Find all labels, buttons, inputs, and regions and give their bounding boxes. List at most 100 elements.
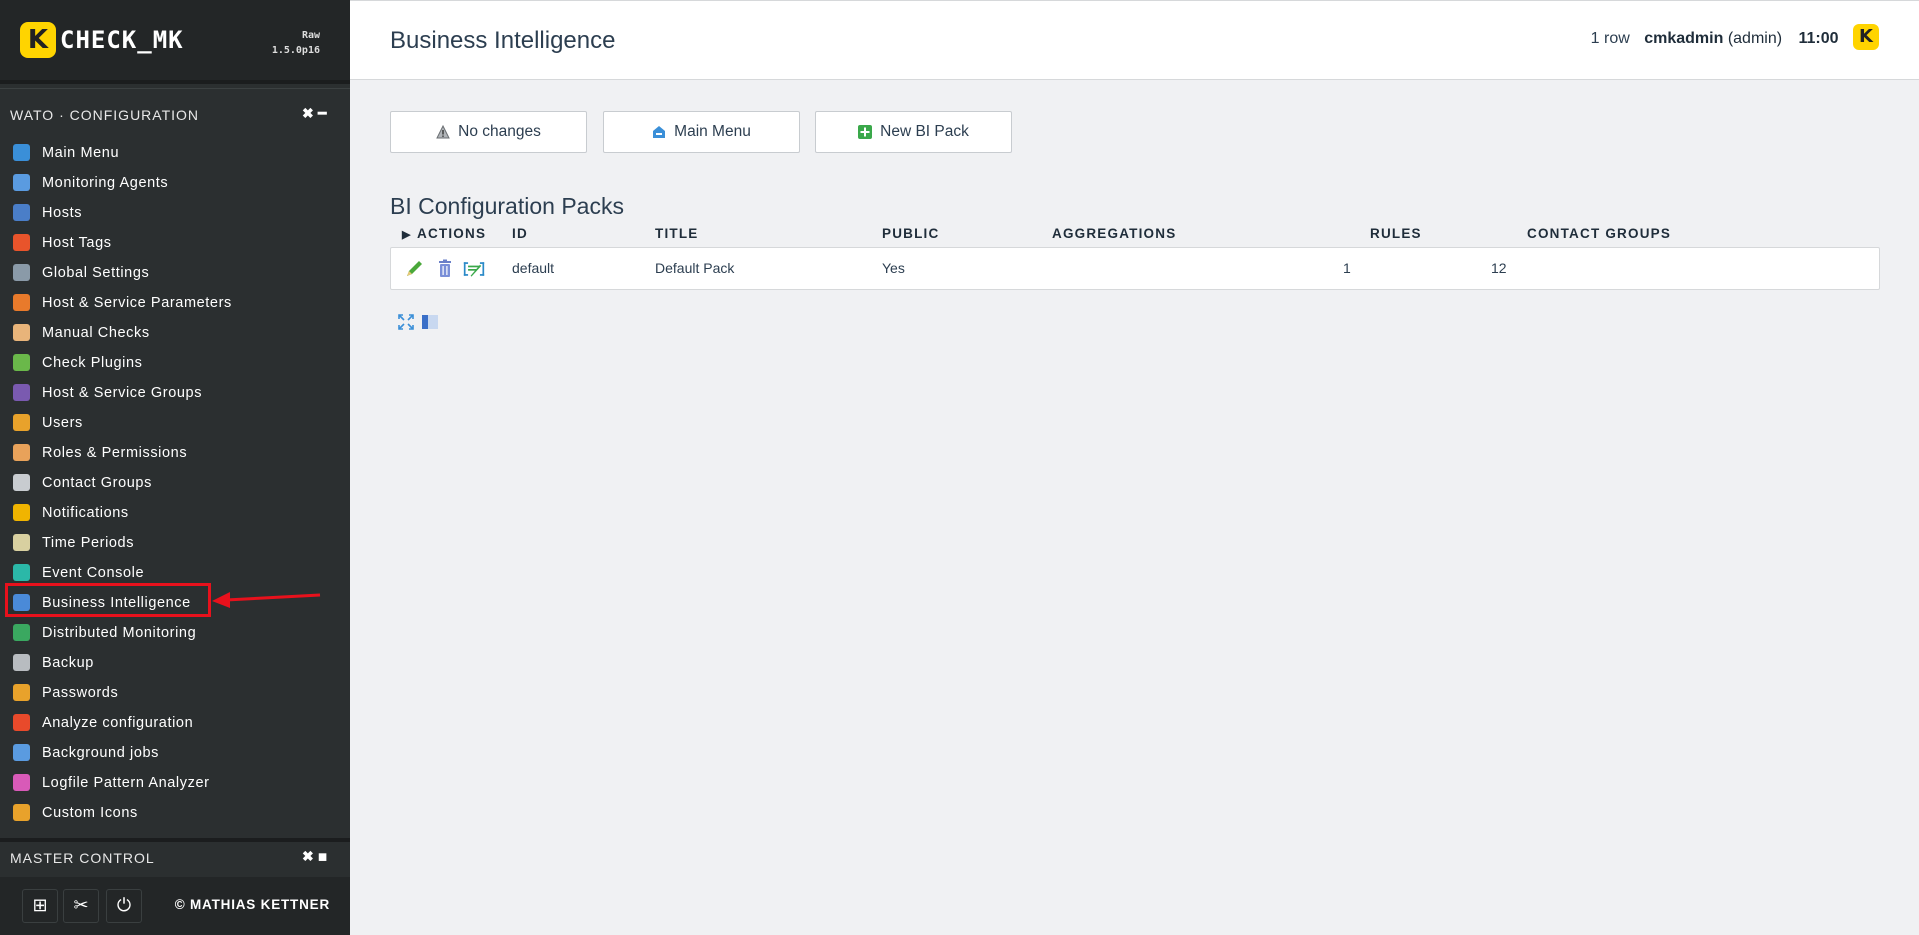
- sidebar-item-hosts[interactable]: Hosts: [0, 198, 350, 228]
- sidebar-item-monitoring-agents[interactable]: Monitoring Agents: [0, 168, 350, 198]
- wato-menu: Main Menu Monitoring Agents Hosts Host Tags…: [0, 138, 350, 828]
- page-title: Business Intelligence: [390, 27, 616, 54]
- tag-icon: [13, 234, 30, 251]
- sidebar-item-logfile-pattern-analyzer[interactable]: Logfile Pattern Analyzer: [0, 768, 350, 798]
- maximize-master-control-icon[interactable]: ◼: [318, 850, 327, 863]
- sidebar-item-label: Backup: [42, 655, 94, 671]
- custom-icons-icon: [13, 804, 30, 821]
- top-bar: Business Intelligence 1 row cmkadmin (ad…: [350, 0, 1919, 80]
- wato-snapin-title[interactable]: WATO · CONFIGURATION: [10, 107, 199, 123]
- master-control-title[interactable]: MASTER CONTROL: [10, 850, 155, 866]
- sidebar-item-label: Check Plugins: [42, 355, 143, 371]
- sidebar-item-contact-groups[interactable]: Contact Groups: [0, 468, 350, 498]
- column-header[interactable]: CONTACT GROUPS: [1527, 226, 1671, 241]
- sidebar-item-manual-checks[interactable]: Manual Checks: [0, 318, 350, 348]
- sidebar-item-host-tags[interactable]: Host Tags: [0, 228, 350, 258]
- no-changes-button[interactable]: No changes: [390, 111, 587, 153]
- sidebar-item-custom-icons[interactable]: Custom Icons: [0, 798, 350, 828]
- copyright: © MATHIAS KETTNER: [174, 897, 330, 912]
- add-icon: [858, 125, 873, 139]
- sidebar-item-notifications[interactable]: Notifications: [0, 498, 350, 528]
- close-master-control-icon[interactable]: ✖: [302, 848, 314, 865]
- sidebar-item-main-menu[interactable]: Main Menu: [0, 138, 350, 168]
- column-header[interactable]: AGGREGATIONS: [1052, 226, 1176, 241]
- sidebar-item-background-jobs[interactable]: Background jobs: [0, 738, 350, 768]
- checkmk-logo[interactable]: K CHECK_MK: [20, 22, 184, 58]
- fullscreen-icon[interactable]: [397, 313, 415, 331]
- sidebar-item-users[interactable]: Users: [0, 408, 350, 438]
- event-console-icon: [13, 564, 30, 581]
- sidebar-item-time-periods[interactable]: Time Periods: [0, 528, 350, 558]
- toggle-sidebar-icon[interactable]: [421, 313, 439, 331]
- sidebar-item-label: Passwords: [42, 685, 119, 701]
- sidebar-item-label: Host Tags: [42, 235, 112, 251]
- home-icon: [653, 126, 666, 138]
- new-bi-pack-label: New BI Pack: [880, 123, 969, 140]
- close-snapin-icon[interactable]: ✖: [302, 105, 314, 122]
- main-menu-label: Main Menu: [674, 123, 751, 140]
- minimize-snapin-icon[interactable]: ━: [318, 105, 326, 122]
- puzzle-icon: [13, 354, 30, 371]
- rules-icon[interactable]: [463, 258, 485, 280]
- sidebar-item-global-settings[interactable]: Global Settings: [0, 258, 350, 288]
- sidebar-item-label: Users: [42, 415, 83, 431]
- arrow-annotation: [212, 592, 321, 608]
- pack-rules: 12: [1491, 260, 1507, 276]
- main-menu-button[interactable]: Main Menu: [603, 111, 800, 153]
- sidebar-item-distributed-monitoring[interactable]: Distributed Monitoring: [0, 618, 350, 648]
- rulesets-icon: [13, 294, 30, 311]
- logo-text: CHECK_MK: [60, 26, 184, 54]
- sidebar-item-host-service-groups[interactable]: Host & Service Groups: [0, 378, 350, 408]
- edition-info: Raw 1.5.0p16: [272, 28, 320, 58]
- logo-mark: K: [20, 22, 56, 58]
- warning-icon: [436, 125, 450, 139]
- sidebar-item-passwords[interactable]: Passwords: [0, 678, 350, 708]
- new-bi-pack-button[interactable]: New BI Pack: [815, 111, 1012, 153]
- flask-icon: [13, 774, 30, 791]
- jobs-icon: [13, 744, 30, 761]
- logout-button[interactable]: ⏻: [106, 889, 142, 923]
- version-label: 1.5.0p16: [271, 45, 320, 56]
- groups-icon: [13, 384, 30, 401]
- sidebar-item-check-plugins[interactable]: Check Plugins: [0, 348, 350, 378]
- table-row: default Default Pack Yes 1 12: [390, 247, 1880, 290]
- add-snapin-button[interactable]: ⊞: [22, 889, 58, 923]
- table-toggle-icon[interactable]: ▶: [402, 228, 412, 241]
- sidebar-item-label: Global Settings: [42, 265, 150, 281]
- sidebar-item-backup[interactable]: Backup: [0, 648, 350, 678]
- heart-check-icon: [13, 714, 30, 731]
- section-title: BI Configuration Packs: [390, 193, 624, 219]
- column-header[interactable]: PUBLIC: [882, 226, 939, 241]
- column-header[interactable]: TITLE: [655, 226, 699, 241]
- sidebar-item-label: Roles & Permissions: [42, 445, 188, 461]
- sidebar-item-label: Distributed Monitoring: [42, 625, 197, 641]
- contact-groups-icon: [13, 474, 30, 491]
- column-header[interactable]: ID: [512, 226, 528, 241]
- sidebar-settings-button[interactable]: ✂: [63, 889, 99, 923]
- header-status: 1 row cmkadmin (admin) 11:00 K: [1591, 24, 1879, 50]
- hand-icon: [13, 324, 30, 341]
- key-icon: [13, 684, 30, 701]
- sidebar-item-label: Logfile Pattern Analyzer: [42, 775, 210, 791]
- sidebar-item-analyze-configuration[interactable]: Analyze configuration: [0, 708, 350, 738]
- sidebar-item-label: Manual Checks: [42, 325, 150, 341]
- sidebar-item-roles-permissions[interactable]: Roles & Permissions: [0, 438, 350, 468]
- delete-trash-icon[interactable]: [434, 258, 456, 280]
- sidebar-item-label: Hosts: [42, 205, 83, 221]
- sidebar-item-label: Custom Icons: [42, 805, 138, 821]
- master-control-snapin: MASTER CONTROL ✖ ◼: [0, 838, 350, 872]
- sidebar-item-label: Background jobs: [42, 745, 160, 761]
- column-header[interactable]: RULES: [1370, 226, 1422, 241]
- edit-pencil-icon[interactable]: [403, 258, 425, 280]
- column-header: ACTIONS: [417, 226, 487, 241]
- pack-public: Yes: [882, 260, 905, 276]
- agents-icon: [13, 174, 30, 191]
- sidebar-item-host-service-parameters[interactable]: Host & Service Parameters: [0, 288, 350, 318]
- sidebar-item-label: Contact Groups: [42, 475, 152, 491]
- username-link[interactable]: cmkadmin: [1644, 30, 1723, 47]
- home-icon: [13, 144, 30, 161]
- edition-label: Raw: [301, 30, 320, 41]
- pack-aggregations: 1: [1343, 260, 1351, 276]
- sidebar-item-label: Monitoring Agents: [42, 175, 169, 191]
- table-header: ▶ ACTIONS ID TITLE PUBLIC AGGREGATIONS R…: [390, 226, 1880, 244]
